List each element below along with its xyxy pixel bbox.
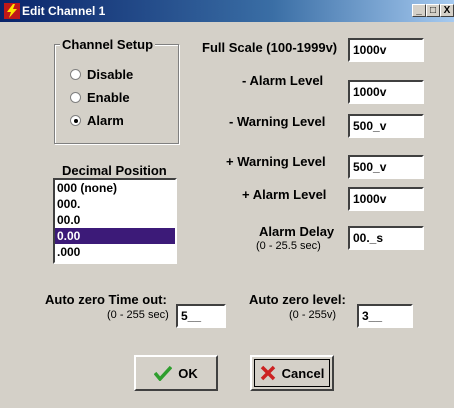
plus-warning-label: + Warning Level <box>226 154 326 169</box>
alarm-delay-hint: (0 - 25.5 sec) <box>256 240 321 252</box>
auto-zero-timeout-input[interactable]: 5__ <box>176 304 226 328</box>
alarm-delay-label: Alarm Delay <box>259 224 335 239</box>
list-item[interactable]: .000 <box>55 244 175 260</box>
maximize-button[interactable]: □ <box>426 4 440 17</box>
lightning-icon <box>4 3 20 19</box>
radio-enable[interactable]: Enable <box>70 90 130 105</box>
list-item[interactable]: 000. <box>55 196 175 212</box>
list-item-selected[interactable]: 0.00 <box>55 228 175 244</box>
edit-channel-window: Edit Channel 1 _ □ X Channel Setup Disab… <box>0 0 454 408</box>
close-button[interactable]: X <box>440 4 454 17</box>
auto-zero-level-label: Auto zero level: <box>249 292 346 307</box>
radio-label: Enable <box>87 90 130 105</box>
radio-dot <box>70 69 81 80</box>
minus-alarm-input[interactable]: 1000v <box>348 80 424 104</box>
minus-warning-label: - Warning Level <box>229 114 326 129</box>
ok-button[interactable]: OK <box>134 355 218 391</box>
radio-dot <box>70 92 81 103</box>
plus-alarm-label: + Alarm Level <box>242 187 327 202</box>
cancel-button-label: Cancel <box>281 365 325 381</box>
auto-zero-level-hint: (0 - 255v) <box>289 309 337 321</box>
minus-warning-input[interactable]: 500_v <box>348 114 424 138</box>
radio-alarm[interactable]: Alarm <box>70 113 124 128</box>
alarm-delay-input[interactable]: 00._s <box>348 226 424 250</box>
auto-zero-level-input[interactable]: 3__ <box>357 304 413 328</box>
title-bar[interactable]: Edit Channel 1 _ □ X <box>0 0 454 22</box>
decimal-position-list[interactable]: 000 (none) 000. 00.0 0.00 .000 <box>53 178 177 264</box>
minimize-button[interactable]: _ <box>412 4 426 17</box>
list-item[interactable]: 000 (none) <box>55 180 175 196</box>
cancel-button[interactable]: Cancel <box>250 355 334 391</box>
radio-label: Alarm <box>87 113 124 128</box>
minus-alarm-label: - Alarm Level <box>242 73 324 88</box>
radio-label: Disable <box>87 67 134 82</box>
full-scale-input[interactable]: 1000v <box>348 38 424 62</box>
x-icon <box>260 365 275 381</box>
auto-zero-timeout-hint: (0 - 255 sec) <box>107 309 169 321</box>
checkmark-icon <box>154 365 173 381</box>
radio-dot-selected <box>70 115 81 126</box>
list-item[interactable]: 00.0 <box>55 212 175 228</box>
plus-warning-input[interactable]: 500_v <box>348 155 424 179</box>
decimal-position-label: Decimal Position <box>62 163 167 178</box>
radio-disable[interactable]: Disable <box>70 67 133 82</box>
auto-zero-timeout-label: Auto zero Time out: <box>45 292 167 307</box>
plus-alarm-input[interactable]: 1000v <box>348 187 424 211</box>
ok-button-label: OK <box>178 365 198 381</box>
channel-setup-legend: Channel Setup <box>60 37 156 52</box>
window-title: Edit Channel 1 <box>22 4 106 18</box>
full-scale-label: Full Scale (100-1999v) <box>202 40 338 55</box>
